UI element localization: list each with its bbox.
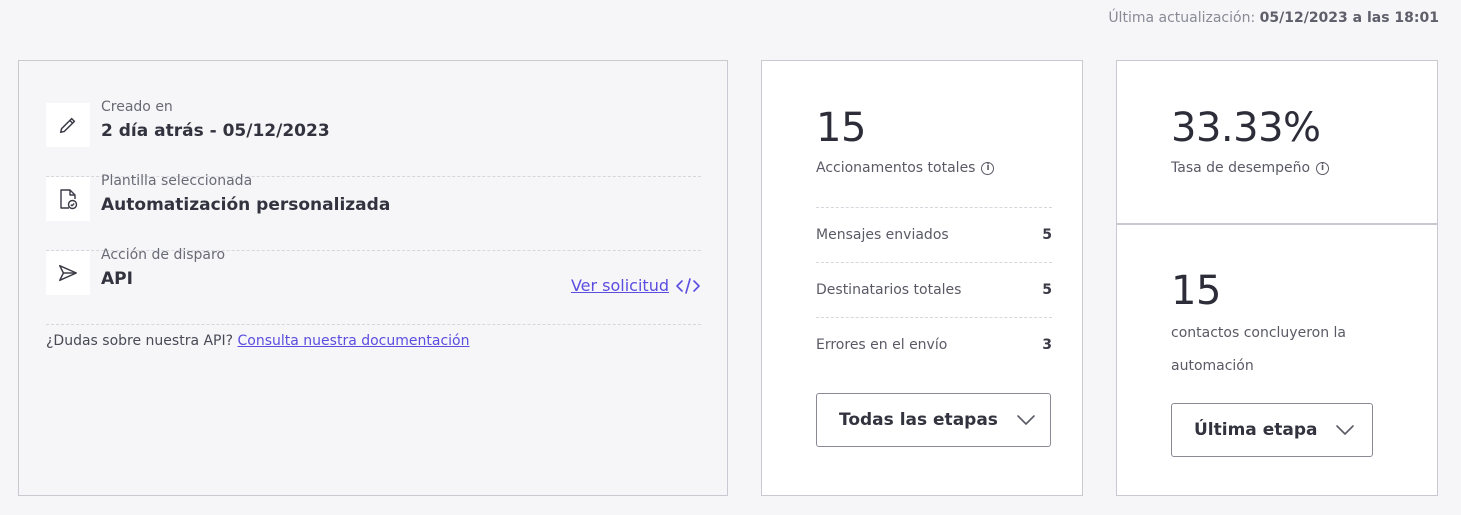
metric-label: Destinatarios totales (816, 282, 962, 298)
performance-rate-value: 33.33% (1171, 105, 1321, 151)
performance-rate-label: Tasa de desempeño i (1171, 160, 1330, 176)
metric-list: Mensajes enviados 5 Destinatarios totale… (816, 207, 1052, 372)
api-help-question: ¿Dudas sobre nuestra API? (46, 333, 234, 349)
template-value: Automatización personalizada (101, 195, 391, 215)
total-actions-text: Accionamentos totales (816, 160, 976, 176)
chevron-down-icon (1017, 415, 1035, 425)
last-stage-dropdown-label: Última etapa (1194, 420, 1318, 440)
api-help: ¿Dudas sobre nuestra API? Consulta nuest… (46, 333, 469, 349)
template-row: Plantilla seleccionada Automatización pe… (46, 173, 701, 251)
actions-card: 15 Accionamentos totales i Mensajes envi… (761, 60, 1083, 496)
automation-info-card: Creado en 2 día atrás - 05/12/2023 Plant… (18, 60, 728, 496)
contacts-completed-value: 15 (1171, 268, 1221, 314)
info-icon[interactable]: i (981, 161, 995, 175)
stages-dropdown-label: Todas las etapas (839, 410, 998, 430)
contacts-completed-card: 15 contactos concluyeron la automación Ú… (1116, 224, 1438, 496)
info-icon[interactable]: i (1316, 161, 1330, 175)
view-request-link[interactable]: Ver solicitud (571, 276, 701, 295)
stages-dropdown[interactable]: Todas las etapas (816, 393, 1051, 447)
view-request-label: Ver solicitud (570, 276, 669, 295)
performance-rate-text: Tasa de desempeño (1171, 160, 1311, 176)
code-icon (676, 277, 700, 294)
template-label: Plantilla seleccionada (101, 173, 253, 189)
created-row: Creado en 2 día atrás - 05/12/2023 (46, 99, 701, 177)
trigger-row: Acción de disparo API Ver solicitud (46, 247, 701, 325)
created-label: Creado en (101, 99, 173, 115)
file-check-icon (46, 177, 90, 221)
send-icon (46, 251, 90, 295)
pencil-icon (46, 103, 90, 147)
metric-sent: Mensajes enviados 5 (816, 207, 1052, 262)
performance-rate-card: 33.33% Tasa de desempeño i (1116, 60, 1438, 224)
metric-label: Mensajes enviados (816, 227, 949, 243)
last-updated-value: 05/12/2023 a las 18:01 (1259, 10, 1439, 26)
api-docs-link[interactable]: Consulta nuestra documentación (238, 333, 470, 349)
total-actions-value: 15 (816, 105, 866, 151)
metric-errors: Errores en el envío 3 (816, 317, 1052, 372)
metric-value: 5 (1042, 282, 1052, 298)
metric-recipients: Destinatarios totales 5 (816, 262, 1052, 317)
last-updated-label: Última actualización: (1108, 10, 1256, 26)
metric-label: Errores en el envío (816, 337, 948, 353)
trigger-value: API (101, 269, 133, 289)
total-actions-label: Accionamentos totales i (816, 160, 995, 176)
trigger-label: Acción de disparo (101, 247, 226, 263)
contacts-completed-label: contactos concluyeron la automación (1171, 325, 1346, 374)
chevron-down-icon (1336, 425, 1355, 435)
metric-value: 3 (1042, 337, 1052, 353)
last-stage-dropdown[interactable]: Última etapa (1171, 403, 1373, 457)
last-updated: Última actualización: 05/12/2023 a las 1… (1108, 10, 1439, 26)
created-value: 2 día atrás - 05/12/2023 (101, 121, 330, 141)
metric-value: 5 (1042, 227, 1052, 243)
